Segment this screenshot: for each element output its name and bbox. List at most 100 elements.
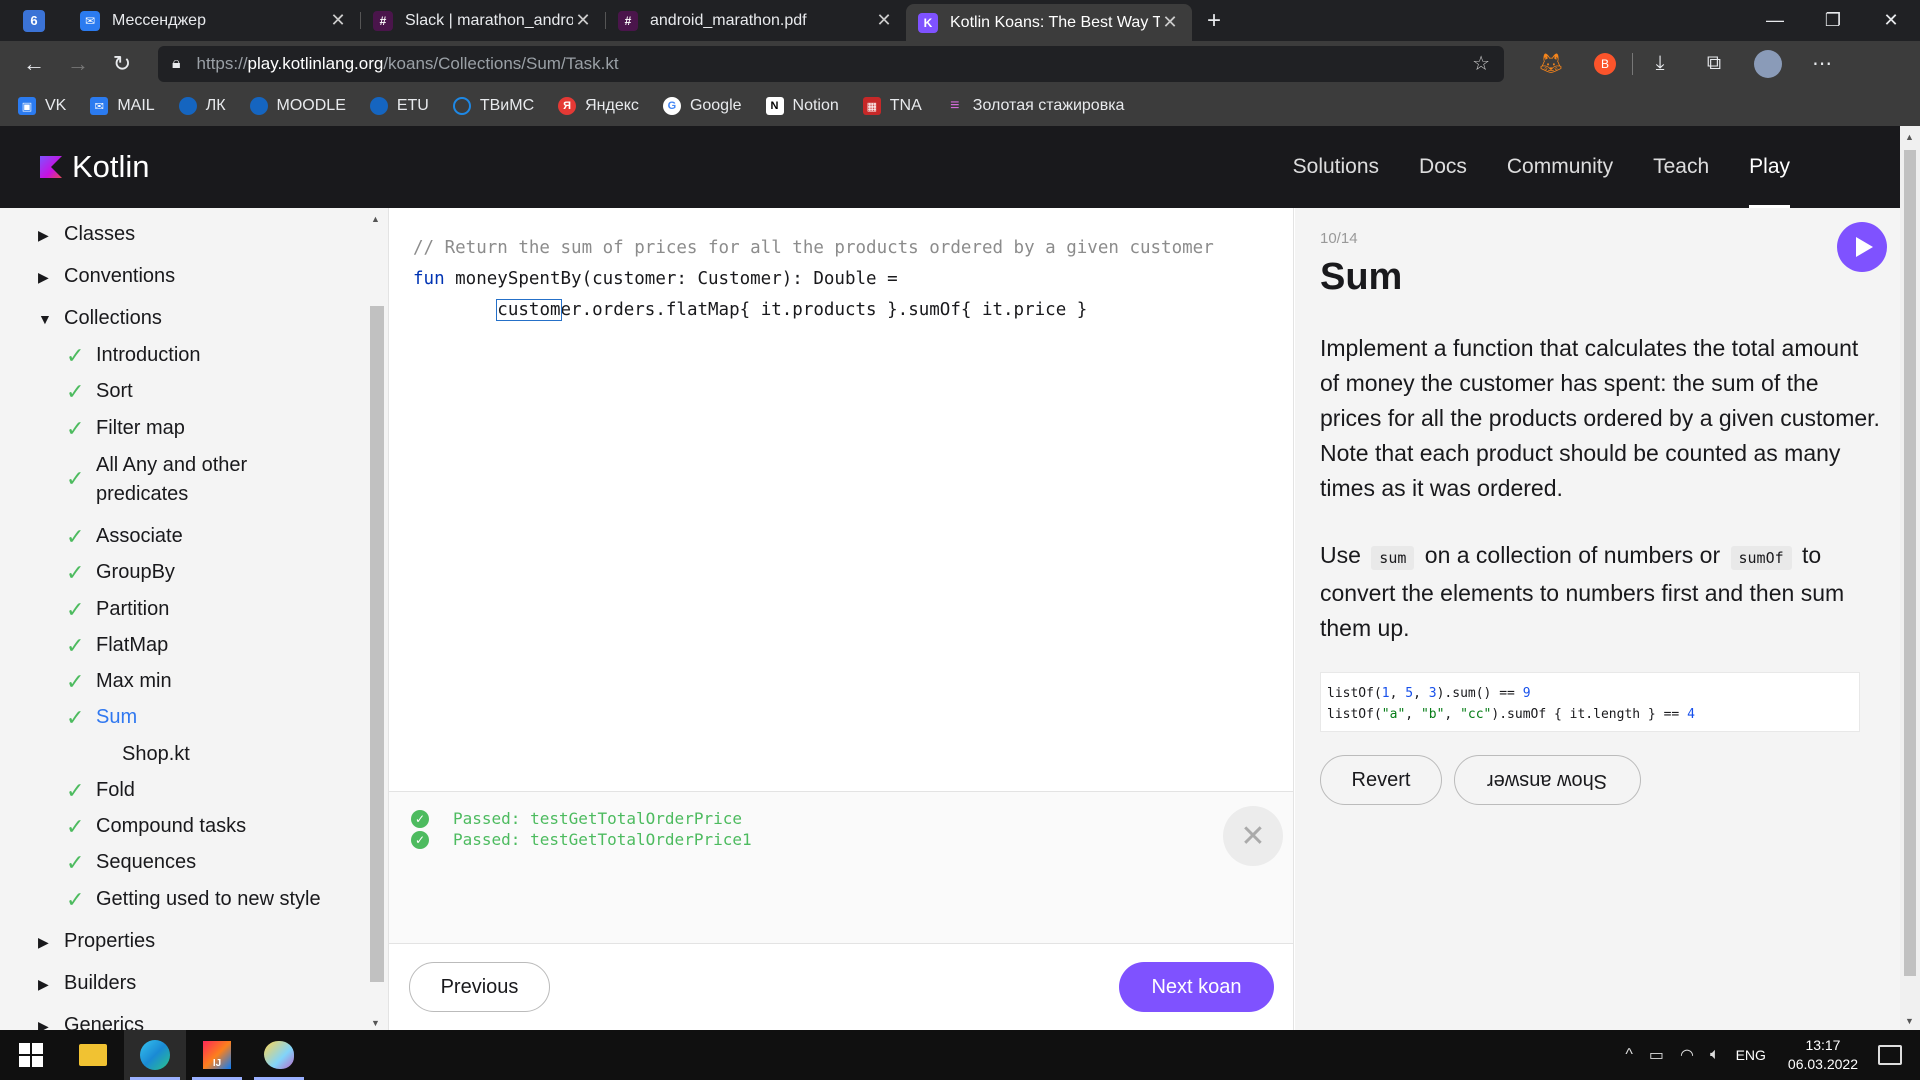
workspaces-button[interactable]: 6 xyxy=(0,0,68,41)
taskbar-explorer[interactable] xyxy=(62,1030,124,1080)
profile-avatar[interactable] xyxy=(1754,49,1782,78)
back-icon[interactable]: ← xyxy=(12,46,56,82)
taskbar-intellij[interactable]: IJ xyxy=(186,1030,248,1080)
revert-button[interactable]: Revert xyxy=(1320,755,1442,805)
start-button[interactable] xyxy=(0,1030,62,1080)
sidebar-item-label: Classes xyxy=(64,223,136,245)
check-icon: ✓ xyxy=(66,416,85,441)
tab-close-icon[interactable]: ✕ xyxy=(874,10,894,31)
language-indicator[interactable]: ENG xyxy=(1736,1047,1766,1063)
sidebar-item-compound-tasks[interactable]: ✓ Compound tasks xyxy=(0,815,246,841)
sidebar-item-partition[interactable]: ✓ Partition xyxy=(0,598,169,624)
extension-icon[interactable]: B xyxy=(1594,52,1616,75)
sidebar-item-associate[interactable]: ✓ Associate xyxy=(0,525,183,551)
bookmark-mail[interactable]: ✉ MAIL xyxy=(90,97,155,115)
collections-icon[interactable]: ⧉ xyxy=(1687,52,1741,75)
sidebar-section-builders[interactable]: ▶ Builders xyxy=(0,972,136,998)
bookmark-label: MAIL xyxy=(117,97,155,114)
tab-pdf[interactable]: # android_marathon.pdf ✕ xyxy=(606,0,906,41)
minimize-icon[interactable]: — xyxy=(1746,0,1804,41)
sidebar-item-sequences[interactable]: ✓ Sequences xyxy=(0,851,196,877)
sidebar-section-conventions[interactable]: ▶ Conventions xyxy=(0,265,175,291)
previous-button[interactable]: Previous xyxy=(409,962,550,1012)
chevron-up-icon[interactable]: ^ xyxy=(1625,1046,1633,1064)
sidebar-item-new-style[interactable]: ✓ Getting used to new style xyxy=(0,888,321,914)
tab-kotlin-koans[interactable]: K Kotlin Koans: The Best Way To Learn Ko… xyxy=(906,4,1192,41)
nav-solutions[interactable]: Solutions xyxy=(1293,126,1379,208)
nav-teach[interactable]: Teach xyxy=(1653,126,1709,208)
tab-messenger[interactable]: ✉ Мессенджер ✕ xyxy=(68,0,360,41)
next-koan-button[interactable]: Next koan xyxy=(1119,962,1274,1012)
scrollbar-thumb[interactable] xyxy=(370,306,384,982)
clock[interactable]: 13:17 06.03.2022 xyxy=(1788,1036,1858,1074)
nav-community[interactable]: Community xyxy=(1507,126,1613,208)
address-bar[interactable]: 🔒︎ https://play.kotlinlang.org/koans/Col… xyxy=(158,45,1504,82)
run-button[interactable] xyxy=(1837,222,1887,272)
kotlin-logo[interactable]: Kotlin xyxy=(40,149,150,185)
close-window-icon[interactable]: ✕ xyxy=(1862,0,1920,41)
favorite-icon[interactable]: ☆ xyxy=(1472,51,1490,76)
scroll-up-icon[interactable]: ▲ xyxy=(1905,132,1914,142)
tab-close-icon[interactable]: ✕ xyxy=(573,10,593,31)
download-icon[interactable]: ⤓ xyxy=(1633,52,1687,75)
sidebar-item-groupby[interactable]: ✓ GroupBy xyxy=(0,560,175,587)
tab-close-icon[interactable]: ✕ xyxy=(1160,12,1180,33)
code-content[interactable]: // Return the sum of prices for all the … xyxy=(413,233,1214,326)
bookmark-notion[interactable]: N Notion xyxy=(765,97,839,115)
sidebar-section-collections[interactable]: ▼ Collections xyxy=(0,307,162,333)
code-editor[interactable]: // Return the sum of prices for all the … xyxy=(388,208,1294,791)
check-icon: ✓ xyxy=(66,560,85,585)
hint-text: on a collection of numbers or xyxy=(1424,542,1721,568)
scrollbar-thumb[interactable] xyxy=(1904,150,1916,976)
tab-slack[interactable]: # Slack | marathon_android | Vibelab ✕ xyxy=(361,0,605,41)
nav-docs[interactable]: Docs xyxy=(1419,126,1467,208)
bookmark-lk[interactable]: ЛК xyxy=(178,97,226,115)
nav-play[interactable]: Play xyxy=(1749,126,1790,208)
lock-icon[interactable]: 🔒︎ xyxy=(172,55,181,73)
bookmark-etu[interactable]: ETU xyxy=(369,97,429,115)
bookmark-tvims[interactable]: ТВиМС xyxy=(452,97,534,115)
new-tab-button[interactable]: + xyxy=(1192,0,1236,41)
taskbar-paint[interactable] xyxy=(248,1030,310,1080)
scroll-up-icon[interactable]: ▲ xyxy=(371,214,380,224)
forward-icon[interactable]: → xyxy=(56,46,100,82)
notification-icon[interactable] xyxy=(1878,1045,1902,1065)
sidebar-item-filter-map[interactable]: ✓ Filter map xyxy=(0,416,185,443)
battery-icon[interactable]: ▭ xyxy=(1649,1045,1664,1065)
scroll-down-icon[interactable]: ▼ xyxy=(1905,1016,1914,1026)
volume-icon[interactable]: 🔈︎ xyxy=(1710,1046,1720,1064)
bookmark-moodle[interactable]: MOODLE xyxy=(249,97,346,115)
wifi-icon[interactable]: ◠ xyxy=(1680,1045,1694,1065)
expand-icon: ▶ xyxy=(38,269,49,285)
sidebar-item-introduction[interactable]: ✓ Introduction xyxy=(0,344,201,370)
sidebar-item-sum[interactable]: ✓ Sum xyxy=(0,706,137,732)
sidebar-item-max-min[interactable]: ✓ Max min xyxy=(0,670,172,696)
sidebar-section-properties[interactable]: ▶ Properties xyxy=(0,930,155,956)
sidebar-item-fold[interactable]: ✓ Fold xyxy=(0,779,135,805)
sidebar-scrollbar[interactable]: ▲ ▼ xyxy=(368,208,386,1030)
bookmark-google[interactable]: G Google xyxy=(662,97,742,115)
sidebar-section-classes[interactable]: ▶ Classes xyxy=(0,223,135,249)
sidebar-section-generics[interactable]: ▶ Generics xyxy=(0,1014,144,1030)
tab-close-icon[interactable]: ✕ xyxy=(328,10,348,31)
restore-icon[interactable]: ❐ xyxy=(1804,0,1862,41)
sidebar-file-shop-kt[interactable]: Shop.kt xyxy=(122,743,190,769)
bookmark-tna[interactable]: ▦ TNA xyxy=(862,97,922,115)
more-icon[interactable]: ⋯ xyxy=(1795,51,1849,76)
bookmark-vk[interactable]: ▣ VK xyxy=(18,97,66,115)
bookmark-golden-internship[interactable]: ≡ Золотая стажировка xyxy=(946,97,1124,115)
reload-icon[interactable]: ↻ xyxy=(100,46,144,82)
test-result-text: Passed: testGetTotalOrderPrice1 xyxy=(453,830,752,849)
page-scrollbar[interactable]: ▲ ▼ xyxy=(1900,126,1920,1030)
sidebar-item-sort[interactable]: ✓ Sort xyxy=(0,380,133,406)
sidebar-item-flatmap[interactable]: ✓ FlatMap xyxy=(0,634,168,660)
show-answer-button[interactable]: Show answer xyxy=(1454,755,1641,805)
bookmark-yandex[interactable]: Я Яндекс xyxy=(558,97,639,115)
sidebar-item-label: Fold xyxy=(96,779,135,801)
task-title: Sum xyxy=(1320,256,1403,298)
taskbar-edge[interactable] xyxy=(124,1030,186,1080)
sidebar-item-all-any[interactable]: ✓ All Any and other predicates xyxy=(0,454,276,509)
close-results-button[interactable]: ✕ xyxy=(1223,806,1283,866)
scroll-down-icon[interactable]: ▼ xyxy=(371,1018,380,1028)
metamask-icon[interactable]: 🦊︎ xyxy=(1524,51,1578,76)
